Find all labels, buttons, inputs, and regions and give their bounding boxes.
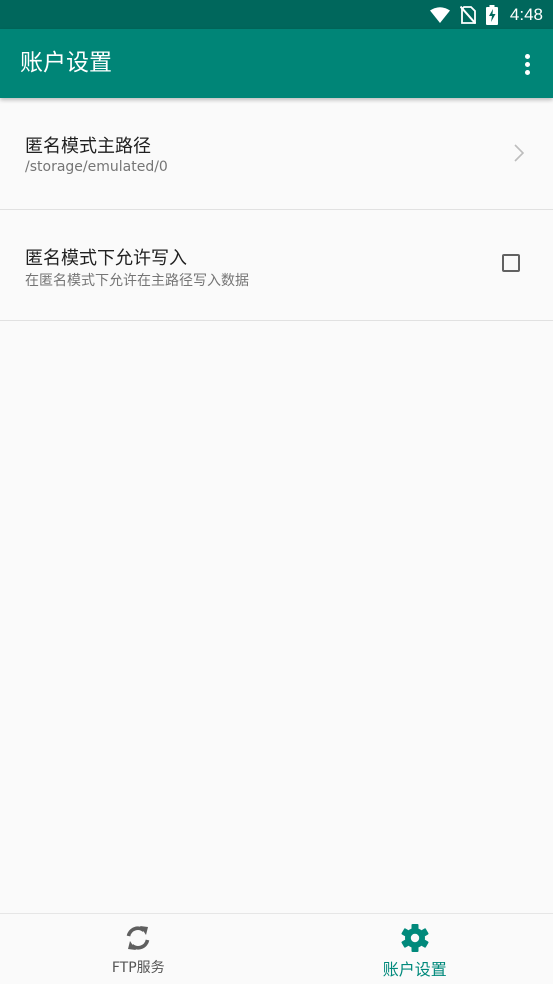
no-sim-icon xyxy=(460,6,476,24)
pref-title: 匿名模式下允许写入 xyxy=(25,244,187,270)
wifi-icon xyxy=(430,7,450,23)
pref-anonymous-allow-write[interactable]: 匿名模式下允许写入 在匿名模式下允许在主路径写入数据 xyxy=(0,210,553,321)
overflow-dot xyxy=(525,62,530,67)
status-icons: 4:48 xyxy=(420,0,543,29)
pref-summary: 在匿名模式下允许在主路径写入数据 xyxy=(25,270,249,290)
preference-list: 匿名模式主路径 /storage/emulated/0 匿名模式下允许写入 在匿… xyxy=(0,98,553,321)
page-title: 账户设置 xyxy=(20,29,112,98)
nav-item-account-settings[interactable]: 账户设置 xyxy=(277,914,553,984)
overflow-dot xyxy=(525,54,530,59)
status-bar: 4:48 xyxy=(0,0,553,29)
nav-label: 账户设置 xyxy=(277,956,553,980)
nav-item-ftp-service[interactable]: FTP服务 xyxy=(0,914,277,984)
battery-charging-icon xyxy=(486,5,498,25)
allow-write-checkbox[interactable] xyxy=(502,254,520,272)
chevron-right-icon xyxy=(513,143,525,163)
pref-anonymous-root-path[interactable]: 匿名模式主路径 /storage/emulated/0 xyxy=(0,98,553,210)
app-bar: 账户设置 xyxy=(0,29,553,98)
pref-summary: /storage/emulated/0 xyxy=(25,159,168,175)
overflow-dot xyxy=(525,70,530,75)
nav-label: FTP服务 xyxy=(0,957,277,977)
bottom-navigation: FTP服务 账户设置 xyxy=(0,913,553,984)
sync-icon xyxy=(123,923,153,953)
gear-icon xyxy=(400,923,430,953)
status-time: 4:48 xyxy=(510,5,543,25)
pref-title: 匿名模式主路径 xyxy=(25,132,151,158)
more-vert-icon[interactable] xyxy=(511,42,543,86)
